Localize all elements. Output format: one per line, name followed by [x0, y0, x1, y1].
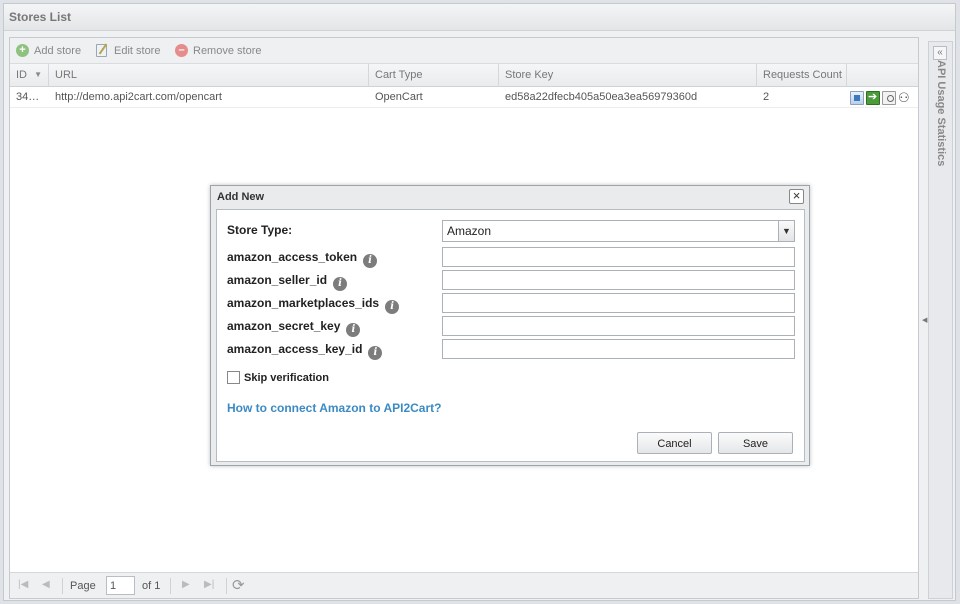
- prev-page-icon[interactable]: ◀: [42, 579, 50, 590]
- amazon-secret-key-input[interactable]: [442, 316, 795, 336]
- pagination-bar: |◀ ◀ Page of 1 ▶ ▶| ⟳: [10, 572, 918, 598]
- cell-url: http://demo.api2cart.com/opencart: [55, 91, 222, 103]
- store-type-value: Amazon: [447, 224, 492, 238]
- edit-store-label: Edit store: [114, 45, 161, 57]
- page-total-label: of 1: [142, 580, 161, 592]
- field-label-text: amazon_access_key_id: [227, 342, 363, 356]
- remove-store-button[interactable]: – Remove store: [175, 42, 261, 60]
- cell-id: 34…: [16, 91, 40, 103]
- column-header-requests-count[interactable]: Requests Count: [757, 64, 847, 87]
- sidebar-title[interactable]: API Usage Statistics: [935, 60, 947, 180]
- last-page-icon[interactable]: ▶|: [204, 579, 214, 590]
- store-type-label: Store Type:: [227, 223, 293, 237]
- pager-divider: [226, 578, 227, 594]
- remove-icon: –: [175, 44, 188, 57]
- amazon-marketplaces-ids-input[interactable]: [442, 293, 795, 313]
- splitter-collapse-icon[interactable]: ◀: [922, 316, 927, 324]
- field-label-access-key-id: amazon_access_key_id i: [227, 342, 383, 360]
- amazon-access-token-input[interactable]: [442, 247, 795, 267]
- api-usage-sidebar: « API Usage Statistics: [928, 41, 953, 599]
- info-icon[interactable]: i: [333, 277, 348, 291]
- chevron-down-icon[interactable]: ▼: [778, 221, 794, 241]
- field-label-text: amazon_access_token: [227, 250, 358, 264]
- refresh-icon[interactable]: ⟳: [232, 576, 245, 594]
- dialog-body: Store Type: Amazon ▼ amazon_access_token…: [216, 209, 805, 462]
- table-row[interactable]: 34… http://demo.api2cart.com/opencart Op…: [10, 88, 918, 108]
- close-icon[interactable]: ×: [789, 189, 804, 204]
- dialog-title: Add New: [217, 191, 265, 203]
- field-label-access-token: amazon_access_token i: [227, 250, 378, 268]
- column-header-url[interactable]: URL: [49, 64, 369, 87]
- field-label-text: amazon_secret_key: [227, 319, 341, 333]
- view-details-icon[interactable]: [850, 91, 864, 105]
- info-icon[interactable]: i: [385, 300, 400, 314]
- store-type-select[interactable]: Amazon ▼: [442, 220, 795, 242]
- field-label-text: amazon_seller_id: [227, 273, 328, 287]
- add-new-dialog: Add New × Store Type: Amazon ▼ amazon_ac…: [210, 185, 810, 466]
- grid-toolbar: + Add store Edit store – Remove store: [10, 38, 918, 64]
- column-header-label: ID: [16, 69, 27, 81]
- edit-store-button[interactable]: Edit store: [96, 42, 160, 60]
- amazon-access-key-id-input[interactable]: [442, 339, 795, 359]
- column-header-actions: [847, 64, 919, 87]
- cell-requests-count: 2: [763, 91, 770, 103]
- field-label-marketplaces-ids: amazon_marketplaces_ids i: [227, 296, 400, 314]
- column-header-store-key[interactable]: Store Key: [499, 64, 757, 87]
- help-link[interactable]: How to connect Amazon to API2Cart?: [227, 401, 441, 415]
- column-header-id[interactable]: ID ▼: [10, 64, 49, 87]
- add-icon: +: [16, 44, 29, 57]
- cell-store-key: ed58a22dfecb405a50ea3ea56979360d: [505, 91, 698, 103]
- panel-title: Stores List: [4, 4, 955, 31]
- field-label-seller-id: amazon_seller_id i: [227, 273, 348, 291]
- field-label-text: amazon_marketplaces_ids: [227, 296, 380, 310]
- info-icon[interactable]: i: [368, 346, 383, 360]
- search-log-icon[interactable]: [882, 91, 896, 105]
- field-label-secret-key: amazon_secret_key i: [227, 319, 361, 337]
- export-icon[interactable]: [866, 90, 880, 105]
- webhooks-icon[interactable]: ⚇: [898, 91, 912, 105]
- page-label: Page: [70, 580, 96, 592]
- info-icon[interactable]: i: [346, 323, 361, 337]
- remove-store-label: Remove store: [193, 45, 262, 57]
- cell-cart-type: OpenCart: [375, 91, 423, 103]
- skip-verification-label[interactable]: Skip verification: [244, 372, 329, 384]
- cancel-button[interactable]: Cancel: [637, 432, 712, 454]
- pager-divider: [62, 578, 63, 594]
- pager-divider: [170, 578, 171, 594]
- add-store-label: Add store: [34, 45, 82, 57]
- page-number-input[interactable]: [106, 576, 135, 595]
- column-header-cart-type[interactable]: Cart Type: [369, 64, 499, 87]
- skip-verification-checkbox[interactable]: [227, 371, 240, 384]
- save-button[interactable]: Save: [718, 432, 793, 454]
- sort-desc-icon: ▼: [34, 70, 42, 79]
- amazon-seller-id-input[interactable]: [442, 270, 795, 290]
- collapse-icon[interactable]: «: [933, 46, 947, 60]
- next-page-icon[interactable]: ▶: [182, 579, 190, 590]
- add-store-button[interactable]: + Add store: [16, 42, 81, 60]
- first-page-icon[interactable]: |◀: [18, 579, 28, 590]
- info-icon[interactable]: i: [363, 254, 378, 268]
- edit-icon: [96, 44, 107, 57]
- table-header: ID ▼ URL Cart Type Store Key Requests Co…: [10, 64, 918, 87]
